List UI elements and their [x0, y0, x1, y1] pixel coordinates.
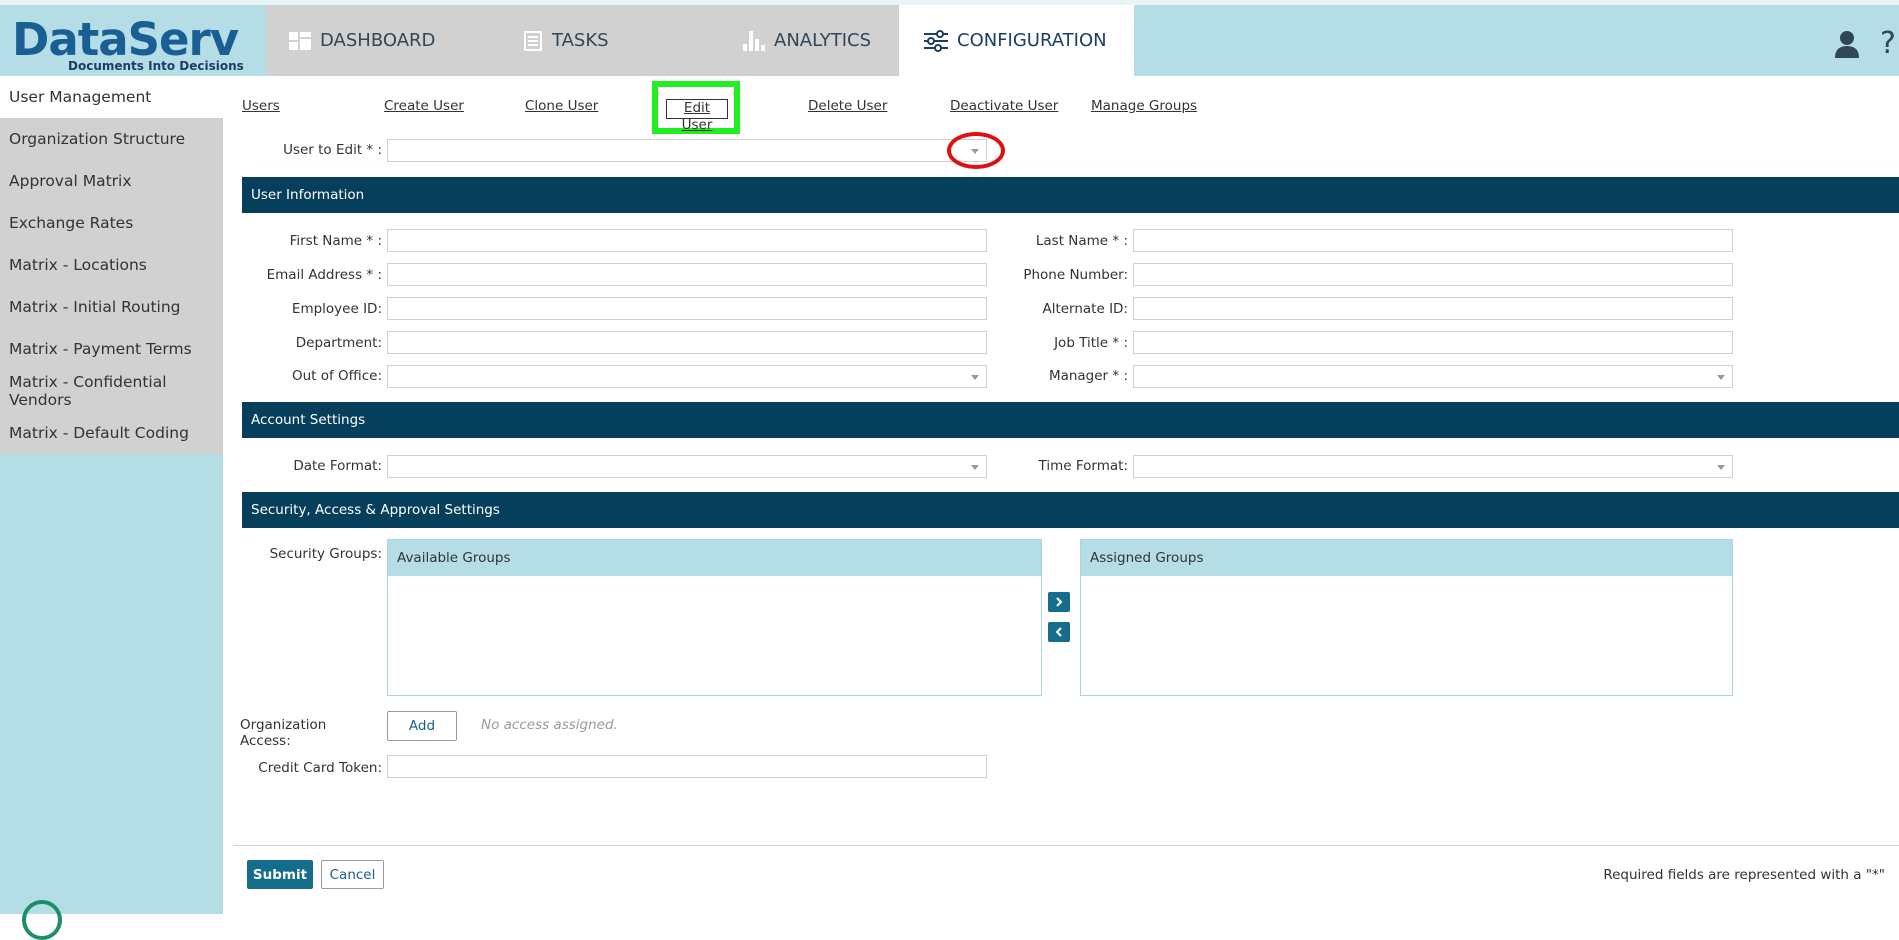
footer-divider — [233, 845, 1899, 846]
manager-label: Manager * : — [1048, 368, 1128, 384]
sidebar-item-label: Matrix - Confidential Vendors — [9, 373, 167, 409]
section-user-information: User Information — [242, 177, 1899, 213]
chevron-down-icon — [971, 375, 979, 380]
sidebar-item-approval-matrix[interactable]: Approval Matrix — [0, 160, 223, 202]
sidebar-item-label: Exchange Rates — [9, 214, 134, 232]
user-to-edit-select[interactable] — [387, 139, 987, 162]
first-name-label: First Name * : — [289, 233, 382, 249]
submit-button[interactable]: Submit — [247, 860, 313, 889]
section-account-settings: Account Settings — [242, 402, 1899, 438]
dataserv-logo[interactable]: DataServ Documents Into Decisions — [0, 5, 266, 76]
assigned-groups-list[interactable]: Assigned Groups — [1080, 539, 1733, 696]
email-label: Email Address * : — [266, 267, 382, 283]
sidebar-item-matrix-locations[interactable]: Matrix - Locations — [0, 244, 223, 286]
tab-configuration[interactable]: CONFIGURATION — [899, 5, 1134, 76]
available-groups-header: Available Groups — [388, 540, 1041, 576]
help-icon[interactable]: ? — [1880, 26, 1896, 61]
sidebar-item-matrix-initial-routing[interactable]: Matrix - Initial Routing — [0, 286, 223, 328]
job-title-label: Job Title * : — [1054, 335, 1128, 351]
tab-dashboard[interactable]: DASHBOARD — [266, 5, 514, 76]
organization-access-label: Organization Access: — [240, 717, 327, 749]
cancel-button[interactable]: Cancel — [321, 860, 384, 889]
last-name-label: Last Name * : — [1035, 233, 1128, 249]
date-format-select[interactable] — [387, 455, 987, 478]
sidebar-item-label: Matrix - Default Coding — [9, 424, 189, 442]
last-name-field[interactable] — [1133, 229, 1733, 252]
sidebar: User Management Organization Structure A… — [0, 76, 223, 914]
move-right-button[interactable] — [1048, 592, 1070, 612]
chat-icon[interactable] — [22, 900, 62, 940]
link-clone-user[interactable]: Clone User — [525, 98, 598, 114]
tasks-icon — [524, 30, 542, 51]
main-nav: DASHBOARD TASKS ANALYTICS CONFIGURATION — [266, 5, 1899, 76]
alternate-id-field[interactable] — [1133, 297, 1733, 320]
chevron-down-icon — [1717, 375, 1725, 380]
configuration-icon — [924, 29, 948, 52]
sidebar-item-label: Matrix - Payment Terms — [9, 340, 192, 358]
credit-card-token-field[interactable] — [387, 755, 987, 778]
email-field[interactable] — [387, 263, 987, 286]
user-icon[interactable] — [1834, 30, 1860, 58]
time-format-select[interactable] — [1133, 455, 1733, 478]
job-title-field[interactable] — [1133, 331, 1733, 354]
analytics-icon — [743, 30, 765, 51]
chevron-left-icon — [1055, 627, 1062, 637]
sidebar-item-matrix-default-coding[interactable]: Matrix - Default Coding — [0, 412, 223, 454]
employee-id-label: Employee ID: — [291, 301, 382, 317]
required-fields-note: Required fields are represented with a "… — [1603, 867, 1885, 883]
first-name-field[interactable] — [387, 229, 987, 252]
sidebar-item-label: User Management — [9, 88, 152, 106]
move-left-button[interactable] — [1048, 622, 1070, 642]
employee-id-field[interactable] — [387, 297, 987, 320]
assigned-groups-header: Assigned Groups — [1081, 540, 1732, 576]
out-of-office-select[interactable] — [387, 365, 987, 388]
available-groups-list[interactable]: Available Groups — [387, 539, 1042, 696]
link-users[interactable]: Users — [242, 98, 280, 114]
link-manage-groups[interactable]: Manage Groups — [1091, 98, 1197, 114]
sidebar-item-label: Matrix - Locations — [9, 256, 147, 274]
brand-tagline: Documents Into Decisions — [68, 59, 244, 73]
credit-card-token-label: Credit Card Token: — [258, 760, 382, 776]
sidebar-item-user-management[interactable]: User Management — [0, 76, 223, 118]
department-field[interactable] — [387, 331, 987, 354]
sidebar-item-label: Approval Matrix — [9, 172, 132, 190]
chevron-right-icon — [1056, 597, 1063, 607]
sidebar-item-label: Matrix - Initial Routing — [9, 298, 181, 316]
sidebar-item-matrix-confidential-vendors[interactable]: Matrix - Confidential Vendors — [0, 370, 223, 412]
phone-label: Phone Number: — [1023, 267, 1128, 283]
department-label: Department: — [295, 335, 382, 351]
edit-user-highlight: Edit User — [652, 81, 740, 134]
tab-tasks-label: TASKS — [552, 30, 609, 51]
no-access-text: No access assigned. — [481, 717, 618, 733]
link-create-user[interactable]: Create User — [384, 98, 464, 114]
manager-select[interactable] — [1133, 365, 1733, 388]
chevron-down-icon — [971, 465, 979, 470]
tab-dashboard-label: DASHBOARD — [320, 30, 436, 51]
sidebar-item-matrix-payment-terms[interactable]: Matrix - Payment Terms — [0, 328, 223, 370]
link-deactivate-user[interactable]: Deactivate User — [950, 98, 1058, 114]
tab-analytics-label: ANALYTICS — [774, 30, 872, 51]
out-of-office-label: Out of Office: — [291, 368, 382, 384]
alternate-id-label: Alternate ID: — [1042, 301, 1128, 317]
link-edit-user[interactable]: Edit User — [666, 99, 728, 133]
link-delete-user[interactable]: Delete User — [808, 98, 887, 114]
dashboard-icon — [289, 31, 311, 50]
phone-field[interactable] — [1133, 263, 1733, 286]
user-to-edit-label: User to Edit * : — [283, 142, 382, 158]
time-format-label: Time Format: — [1038, 458, 1128, 474]
date-format-label: Date Format: — [293, 458, 382, 474]
sidebar-item-organization-structure[interactable]: Organization Structure — [0, 118, 223, 160]
security-groups-label: Security Groups: — [269, 546, 382, 562]
section-security: Security, Access & Approval Settings — [242, 492, 1899, 528]
sidebar-item-label: Organization Structure — [9, 130, 186, 148]
tab-tasks[interactable]: TASKS — [491, 5, 733, 76]
tab-configuration-label: CONFIGURATION — [957, 30, 1107, 51]
chevron-down-icon — [1717, 465, 1725, 470]
sidebar-item-exchange-rates[interactable]: Exchange Rates — [0, 202, 223, 244]
add-organization-access-button[interactable]: Add — [387, 711, 457, 741]
annotation-circle — [947, 132, 1005, 169]
